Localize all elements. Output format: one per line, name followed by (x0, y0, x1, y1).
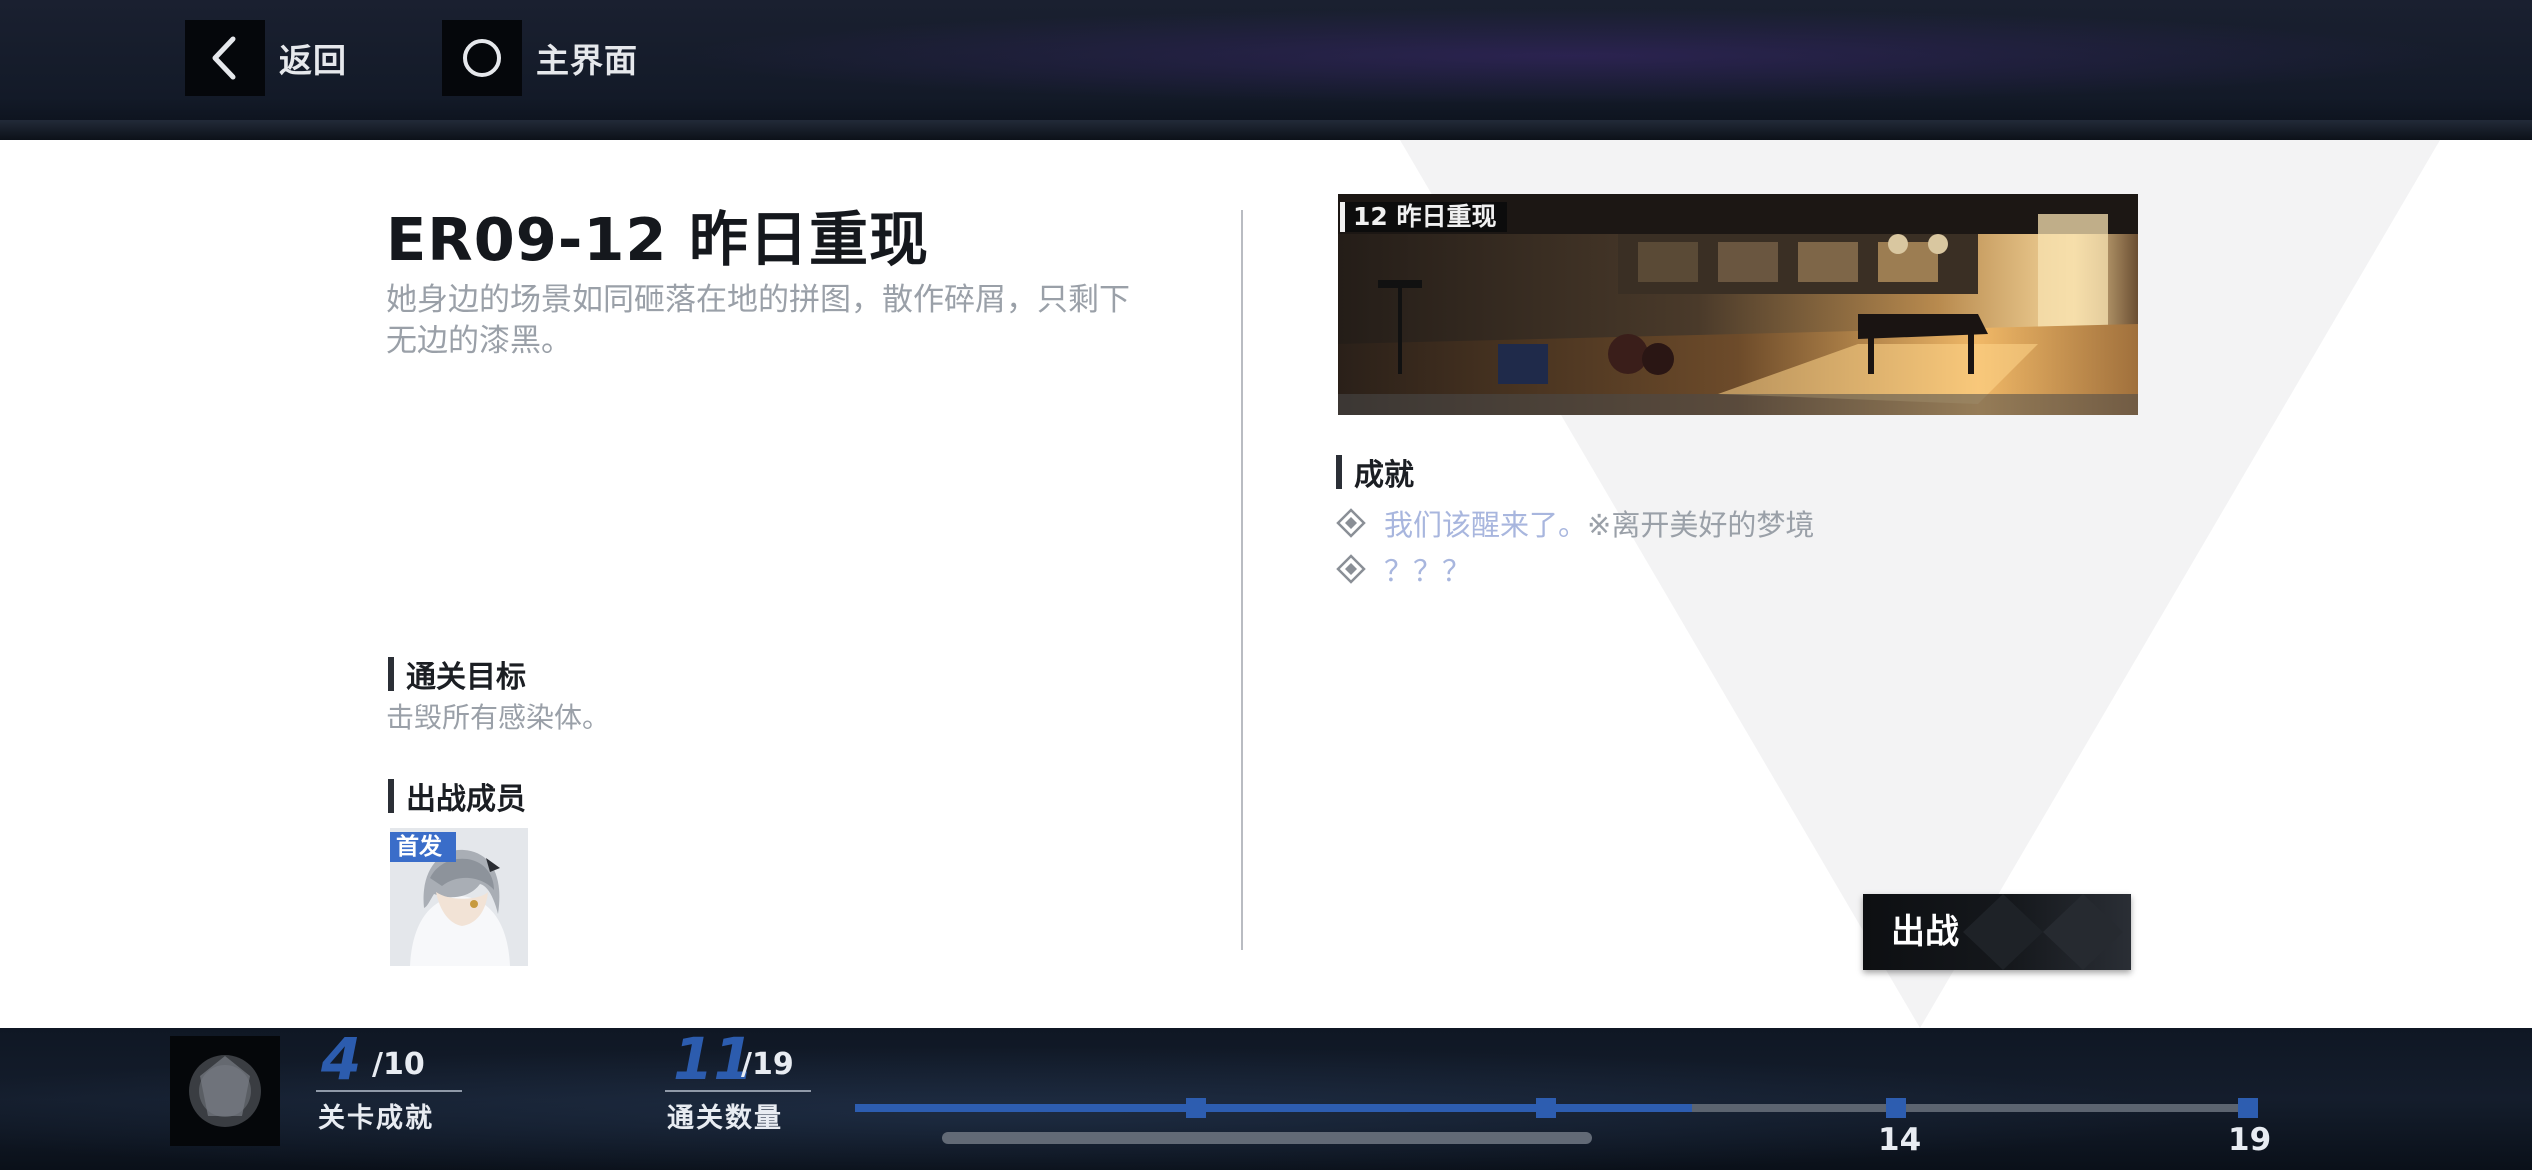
heading-bar (1336, 455, 1342, 489)
clear-count-total: /19 (741, 1047, 794, 1082)
milestone-14-label: 14 (1878, 1122, 1922, 1158)
stage-title: ER09-12 昨日重现 (386, 205, 929, 274)
deploy-button-decoration (1963, 894, 2123, 970)
stat-underline (316, 1090, 462, 1092)
clear-progress-fill (855, 1104, 1692, 1112)
top-bar: 返回 主界面 (0, 0, 2532, 140)
deploy-label: 出战 (1891, 912, 1959, 952)
column-divider (1241, 210, 1243, 950)
home-button[interactable]: 主界面 (442, 20, 638, 96)
heading-bar (388, 779, 394, 813)
achievements-heading: 成就 (1336, 450, 1414, 494)
deploy-button[interactable]: 出战 (1863, 894, 2131, 970)
crest-emblem-icon (170, 1036, 280, 1146)
stage-detail-panel: ER09-12 昨日重现 她身边的场景如同砸落在地的拼图，散作碎屑，只剩下无边的… (0, 140, 2532, 1028)
clear-count-label: 通关数量 (667, 1103, 783, 1134)
objective-heading: 通关目标 (388, 652, 526, 696)
milestone-node[interactable] (2238, 1098, 2258, 1118)
achievement-name: ？？？ (1384, 554, 1472, 588)
stage-image-tag: 12 昨日重现 (1340, 202, 1507, 232)
stage-description: 她身边的场景如同砸落在地的拼图，散作碎屑，只剩下无边的漆黑。 (386, 282, 1130, 359)
home-label: 主界面 (536, 41, 638, 80)
members-heading: 出战成员 (388, 774, 526, 818)
back-button[interactable]: 返回 (185, 20, 347, 96)
back-label: 返回 (279, 41, 347, 80)
stage-achievement-count: 4 (321, 1025, 362, 1093)
achievement-name: 我们该醒来了。 (1384, 508, 1588, 542)
objective-text: 击毁所有感染体。 (386, 701, 611, 734)
diamond-badge-icon (1336, 508, 1366, 538)
back-icon (185, 20, 265, 96)
lead-member-tag: 首发 (390, 832, 456, 862)
stage-achievement-total: /10 (372, 1047, 425, 1082)
diamond-badge-icon (1336, 554, 1366, 584)
stage-achievement-label: 关卡成就 (318, 1103, 434, 1134)
objective-heading-label: 通关目标 (406, 660, 526, 695)
members-heading-label: 出战成员 (406, 782, 526, 817)
achievement-note: ※离开美好的梦境 (1587, 508, 1815, 542)
milestone-node[interactable] (1536, 1098, 1556, 1118)
heading-bar (388, 657, 394, 691)
horizontal-scrollbar[interactable] (942, 1132, 1592, 1144)
member-portrait[interactable]: 首发 (390, 828, 528, 966)
achievement-item[interactable]: 我们该醒来了。 ※离开美好的梦境 (1336, 502, 1814, 544)
milestone-node[interactable] (1186, 1098, 1206, 1118)
stat-underline (665, 1090, 811, 1092)
home-icon (442, 20, 522, 96)
achievements-heading-label: 成就 (1354, 458, 1414, 493)
milestone-node[interactable] (1886, 1098, 1906, 1118)
achievement-item[interactable]: ？？？ (1336, 548, 1471, 590)
milestone-19-label: 19 (2228, 1122, 2272, 1158)
